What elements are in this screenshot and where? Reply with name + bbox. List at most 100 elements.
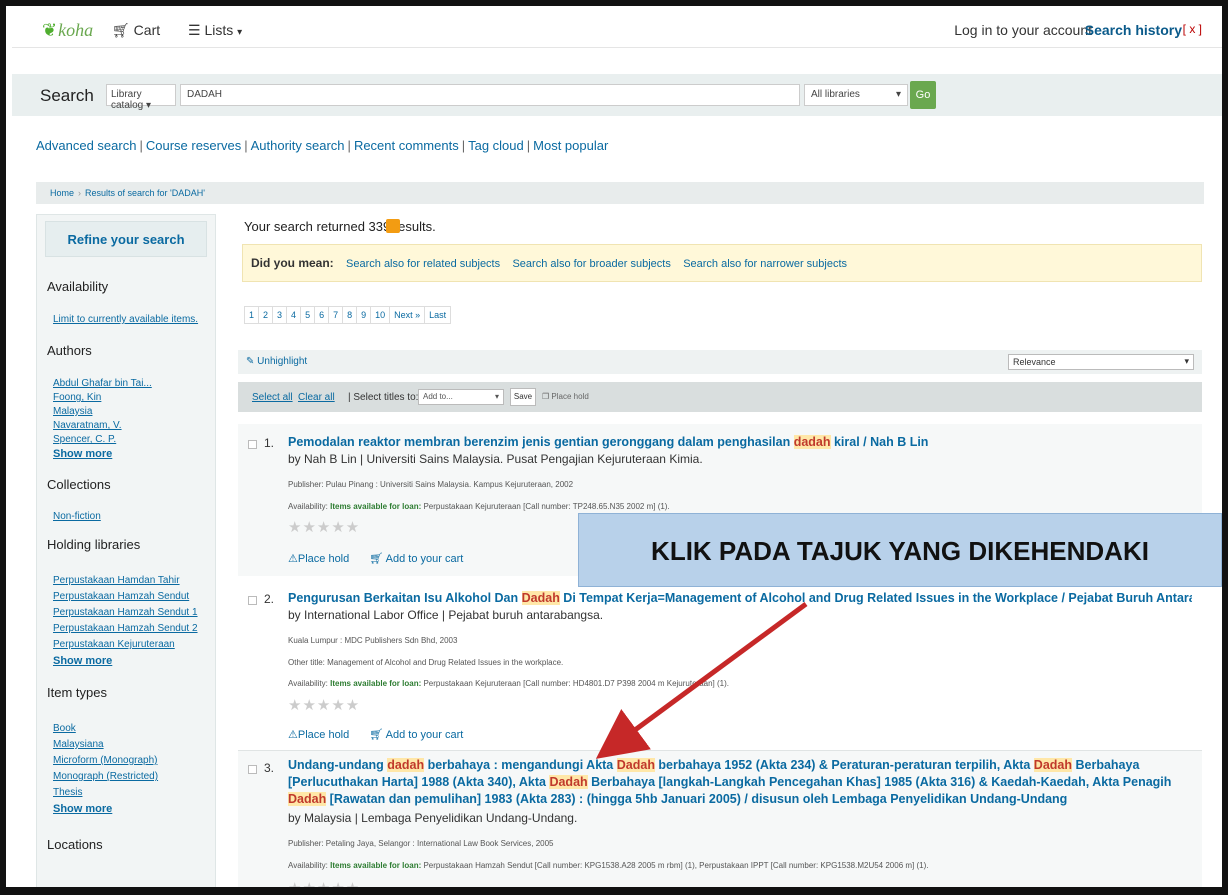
locations-heading: Locations	[47, 837, 103, 852]
search-history-link[interactable]: Search history	[1085, 22, 1182, 38]
pagination: 1 2 3 4 5 6 7 8 9 10 Next » Last	[244, 306, 452, 324]
selection-toolbar: Select all Clear all | Select titles to:…	[238, 382, 1202, 412]
page-link[interactable]: 2	[258, 306, 274, 324]
cart-label: Cart	[133, 22, 161, 38]
page-link[interactable]: 4	[286, 306, 302, 324]
rating-stars[interactable]: ★★★★★	[288, 879, 360, 887]
facet-itemtype[interactable]: Book	[53, 723, 76, 734]
breadcrumb-results[interactable]: Results of search for 'DADAH'	[85, 188, 205, 198]
login-link[interactable]: Log in to your account	[954, 22, 1092, 38]
rating-stars[interactable]: ★★★★★	[288, 696, 360, 714]
advanced-search-link[interactable]: Advanced search	[36, 138, 136, 153]
breadcrumb: Home › Results of search for 'DADAH'	[36, 182, 1204, 204]
add-to-select[interactable]: Add to... ▾	[418, 389, 504, 405]
authors-show-more[interactable]: Show more	[53, 448, 112, 460]
recent-comments-link[interactable]: Recent comments	[354, 138, 459, 153]
last-page-link[interactable]: Last	[424, 306, 452, 324]
search-history-clear[interactable]: [ x ]	[1183, 22, 1202, 36]
dym-related-link[interactable]: Search also for related subjects	[346, 258, 500, 270]
course-reserves-link[interactable]: Course reserves	[146, 138, 241, 153]
facet-author[interactable]: Abdul Ghafar bin Tai...	[53, 378, 152, 389]
instruction-callout: KLIK PADA TAJUK YANG DIKEHENDAKI	[578, 513, 1222, 587]
result-checkbox[interactable]	[248, 596, 257, 605]
dym-broader-link[interactable]: Search also for broader subjects	[512, 258, 670, 270]
page-link[interactable]: 8	[342, 306, 358, 324]
facet-itemtype[interactable]: Monograph (Restricted)	[53, 771, 158, 782]
page-link[interactable]: 3	[272, 306, 288, 324]
facet-library[interactable]: Perpustakaan Hamzah Sendut 1	[53, 607, 198, 618]
clear-all-link[interactable]: Clear all	[298, 392, 335, 403]
item-types-heading: Item types	[47, 685, 107, 700]
facet-itemtype[interactable]: Thesis	[53, 787, 82, 798]
go-button[interactable]: Go	[910, 81, 936, 109]
add-to-cart-link[interactable]: 🛒︎ Add to your cart	[369, 553, 473, 565]
chevron-down-icon: ▾	[1184, 356, 1189, 366]
result-checkbox[interactable]	[248, 765, 257, 774]
facet-itemtype[interactable]: Malaysiana	[53, 739, 104, 750]
libraries-select[interactable]: All libraries ▾	[804, 84, 908, 106]
facet-collection[interactable]: Non-fiction	[53, 511, 101, 522]
facet-library[interactable]: Perpustakaan Hamdan Tahir	[53, 575, 180, 586]
breadcrumb-home[interactable]: Home	[50, 188, 74, 198]
search-input[interactable]: DADAH	[180, 84, 800, 106]
page-link[interactable]: 6	[314, 306, 330, 324]
result-author: by Malaysia | Lembaga Penyelidikan Undan…	[288, 811, 578, 825]
unhighlight-link[interactable]: ✎ Unhighlight	[246, 356, 307, 367]
facet-author[interactable]: Navaratnam, V.	[53, 420, 122, 431]
refine-sidebar: Refine your search Availability Limit to…	[36, 214, 216, 887]
tag-cloud-link[interactable]: Tag cloud	[468, 138, 524, 153]
page-link[interactable]: 1	[244, 306, 260, 324]
page-link[interactable]: 9	[356, 306, 372, 324]
authors-heading: Authors	[47, 343, 92, 358]
sort-select[interactable]: Relevance ▾	[1008, 354, 1194, 370]
next-page-link[interactable]: Next »	[389, 306, 426, 324]
facet-library[interactable]: Perpustakaan Kejuruteraan	[53, 639, 175, 650]
cart-icon: 🛒︎	[112, 22, 130, 38]
did-you-mean-label: Did you mean:	[251, 256, 334, 270]
result-actions: ⚠︎Place hold 🛒︎ Add to your cart	[288, 728, 483, 741]
cart-button[interactable]: 🛒︎ Cart	[112, 22, 160, 39]
facet-library[interactable]: Perpustakaan Hamzah Sendut	[53, 591, 189, 602]
place-hold-link[interactable]: ⚠︎Place hold	[288, 729, 359, 741]
result-publisher: Publisher: Pulau Pinang : Universiti Sai…	[288, 480, 574, 489]
result-item: 3. Undang-undang dadah berbahaya : menga…	[238, 750, 1202, 887]
most-popular-link[interactable]: Most popular	[533, 138, 608, 153]
facet-library[interactable]: Perpustakaan Hamzah Sendut 2	[53, 623, 198, 634]
rss-icon[interactable]	[386, 219, 400, 233]
collections-heading: Collections	[47, 477, 111, 492]
place-hold-link[interactable]: ⚠︎Place hold	[288, 553, 359, 565]
add-to-cart-link[interactable]: 🛒︎ Add to your cart	[369, 729, 473, 741]
hold-icon: ❐	[542, 392, 550, 401]
page-link[interactable]: 7	[328, 306, 344, 324]
result-title-link[interactable]: Undang-undang dadah berbahaya : mengandu…	[288, 757, 1192, 808]
result-availability: Availability: Items available for loan: …	[288, 679, 729, 688]
save-button[interactable]: Save	[510, 388, 536, 406]
lists-menu[interactable]: ☰ Lists ▾	[188, 22, 242, 39]
facet-author[interactable]: Malaysia	[53, 406, 92, 417]
holding-show-more[interactable]: Show more	[53, 655, 112, 667]
top-navbar: ❦koha 🛒︎ Cart ☰ Lists ▾ Log in to your a…	[12, 12, 1222, 48]
koha-logo[interactable]: ❦koha	[42, 20, 93, 41]
page-link[interactable]: 5	[300, 306, 316, 324]
rating-stars[interactable]: ★★★★★	[288, 518, 360, 536]
limit-available-link[interactable]: Limit to currently available items.	[53, 314, 198, 325]
facet-author[interactable]: Spencer, C. P.	[53, 434, 116, 445]
refine-search-heading[interactable]: Refine your search	[45, 221, 207, 257]
itemtypes-show-more[interactable]: Show more	[53, 803, 112, 815]
result-checkbox[interactable]	[248, 440, 257, 449]
more-search-links: Advanced search | Course reserves | Authorit…	[36, 138, 609, 153]
catalog-select[interactable]: Library catalog ▾	[106, 84, 176, 111]
highlight-sort-bar: ✎ Unhighlight Relevance ▾	[238, 350, 1202, 374]
availability-heading: Availability	[47, 279, 109, 294]
result-title-link[interactable]: Pengurusan Berkaitan Isu Alkohol Dan Dad…	[288, 590, 1192, 607]
result-author: by Nah B Lin | Universiti Sains Malaysia…	[288, 452, 703, 466]
authority-search-link[interactable]: Authority search	[251, 138, 345, 153]
result-title-link[interactable]: Pemodalan reaktor membran berenzim jenis…	[288, 434, 1192, 451]
select-titles-label: | Select titles to:	[348, 392, 419, 403]
dym-narrower-link[interactable]: Search also for narrower subjects	[683, 258, 847, 270]
facet-author[interactable]: Foong, Kin	[53, 392, 101, 403]
select-all-link[interactable]: Select all	[252, 392, 293, 403]
page-link[interactable]: 10	[370, 306, 391, 324]
facet-itemtype[interactable]: Microform (Monograph)	[53, 755, 157, 766]
place-hold-toolbar-button[interactable]: ❐ Place hold	[542, 392, 589, 401]
